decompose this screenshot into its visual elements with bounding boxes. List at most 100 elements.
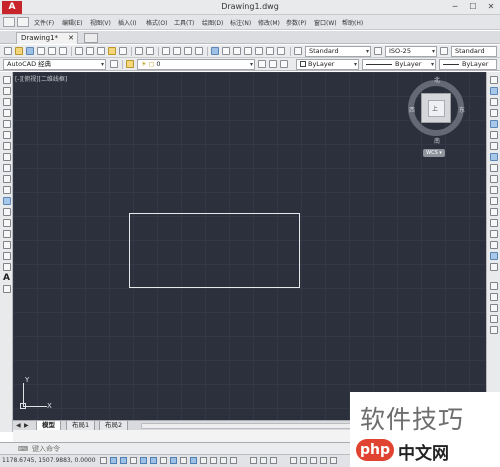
clean-screen-icon[interactable] — [330, 457, 337, 464]
drawn-rectangle[interactable] — [129, 213, 300, 288]
snap-center-icon[interactable] — [490, 326, 498, 334]
chamfer-icon[interactable] — [490, 230, 498, 238]
move-icon[interactable] — [490, 131, 498, 139]
close-tab-icon[interactable]: ✕ — [68, 33, 74, 44]
viewport-controls[interactable]: [-][俯视][二维线框] — [15, 74, 67, 83]
copy-icon[interactable] — [86, 47, 94, 55]
transparency-icon[interactable] — [210, 457, 217, 464]
table-icon[interactable] — [3, 263, 11, 271]
workspace-switching-icon[interactable] — [310, 457, 317, 464]
selection-cycling-icon[interactable] — [230, 457, 237, 464]
break-at-point-icon[interactable] — [490, 197, 498, 205]
text-style-select[interactable]: Standard ▾ — [305, 46, 371, 57]
menu-dimension[interactable]: 标注(N) — [230, 18, 251, 27]
scale-icon[interactable] — [490, 153, 498, 161]
menu-draw[interactable]: 绘图(D) — [202, 18, 223, 27]
markup-icon[interactable] — [255, 47, 263, 55]
zoom-previous-icon[interactable] — [195, 47, 203, 55]
redo-icon[interactable] — [146, 47, 154, 55]
design-center-icon[interactable] — [222, 47, 230, 55]
polyline-icon[interactable] — [3, 98, 11, 106]
infer-constraints-icon[interactable] — [100, 457, 107, 464]
ellipse-icon[interactable] — [3, 175, 11, 183]
multiline-text-icon[interactable]: A — [3, 274, 11, 283]
layer-previous-icon[interactable] — [269, 60, 277, 68]
document-tab[interactable]: Drawing1* ✕ — [16, 32, 78, 44]
arc-icon[interactable] — [3, 131, 11, 139]
menu-window[interactable]: 窗口(W) — [314, 18, 337, 27]
insert-block-icon[interactable] — [3, 197, 11, 205]
make-block-icon[interactable] — [3, 208, 11, 216]
properties-icon[interactable] — [211, 47, 219, 55]
snap-endpoint-icon[interactable] — [490, 293, 498, 301]
new-tab-button[interactable] — [84, 33, 98, 43]
gradient-icon[interactable] — [3, 241, 11, 249]
compass-east[interactable]: 东 — [459, 105, 465, 114]
region-icon[interactable] — [3, 252, 11, 260]
command-input[interactable] — [32, 444, 332, 454]
compass-north[interactable]: 北 — [434, 75, 440, 84]
mirror-icon[interactable] — [490, 98, 498, 106]
cut-icon[interactable] — [75, 47, 83, 55]
tab-next-icon[interactable]: ▶ — [24, 422, 29, 429]
rectangle-icon[interactable] — [3, 120, 11, 128]
paste-icon[interactable] — [97, 47, 105, 55]
workspace-select[interactable]: AutoCAD 经典 ▾ — [3, 59, 106, 70]
explode-icon[interactable] — [490, 263, 498, 271]
new-icon[interactable] — [3, 17, 15, 27]
annotation-visibility-icon[interactable] — [300, 457, 307, 464]
tab-prev-icon[interactable]: ◀ — [16, 422, 21, 429]
polygon-icon[interactable] — [3, 109, 11, 117]
object-snap-tracking-icon[interactable] — [170, 457, 177, 464]
model-space-icon[interactable] — [250, 457, 257, 464]
compass-south[interactable]: 南 — [434, 136, 440, 145]
minimize-button[interactable]: ─ — [448, 1, 462, 13]
zoom-window-icon[interactable] — [184, 47, 192, 55]
qnew-icon[interactable] — [4, 47, 12, 55]
lineweight-select[interactable]: ByLayer — [439, 59, 497, 70]
array-icon[interactable] — [490, 120, 498, 128]
trim-icon[interactable] — [490, 175, 498, 183]
block-editor-icon[interactable] — [119, 47, 127, 55]
erase-icon[interactable] — [490, 76, 498, 84]
fillet-icon[interactable] — [490, 241, 498, 249]
dynamic-input-icon[interactable] — [190, 457, 197, 464]
quick-view-layouts-icon[interactable] — [260, 457, 267, 464]
quick-properties-icon[interactable] — [220, 457, 227, 464]
annotation-scale-icon[interactable] — [290, 457, 297, 464]
construction-line-icon[interactable] — [3, 87, 11, 95]
toolbar-lock-icon[interactable] — [320, 457, 327, 464]
rotate-icon[interactable] — [490, 142, 498, 150]
snap-intersection-icon[interactable] — [490, 315, 498, 323]
snap-mode-icon[interactable] — [110, 457, 117, 464]
maximize-button[interactable]: ☐ — [466, 1, 480, 13]
menu-parametric[interactable]: 参数(P) — [286, 18, 306, 27]
grid-display-icon[interactable] — [120, 457, 127, 464]
zoom-realtime-icon[interactable] — [173, 47, 181, 55]
drawing-canvas[interactable]: [-][俯视][二维线框] 北 南 东 西 上 WCS ▾ Y X — [13, 72, 486, 420]
line-icon[interactable] — [3, 76, 11, 84]
quick-view-drawings-icon[interactable] — [270, 457, 277, 464]
lineweight-toggle-icon[interactable] — [200, 457, 207, 464]
point-icon[interactable] — [3, 219, 11, 227]
ellipse-arc-icon[interactable] — [3, 186, 11, 194]
color-select[interactable]: ByLayer ▾ — [296, 59, 359, 70]
copy-object-icon[interactable] — [490, 87, 498, 95]
undo-icon[interactable] — [135, 47, 143, 55]
layer-select[interactable]: ☀ ◻ 0 ▾ — [137, 59, 255, 70]
menu-help[interactable]: 帮助(H) — [342, 18, 363, 27]
menu-file[interactable]: 文件(F) — [34, 18, 54, 27]
wcs-menu-button[interactable]: WCS ▾ — [423, 149, 445, 157]
workspace-settings-icon[interactable] — [110, 60, 118, 68]
save-icon[interactable] — [26, 47, 34, 55]
dynamic-ucs-icon[interactable] — [180, 457, 187, 464]
circle-icon[interactable] — [3, 142, 11, 150]
offset-icon[interactable] — [490, 109, 498, 117]
dim-style-select[interactable]: ISO-25 ▾ — [385, 46, 437, 57]
polar-tracking-icon[interactable] — [140, 457, 147, 464]
linetype-select[interactable]: ByLayer ▾ — [362, 59, 436, 70]
extend-icon[interactable] — [490, 186, 498, 194]
match-properties-icon[interactable] — [108, 47, 116, 55]
layer-properties-icon[interactable] — [126, 60, 134, 68]
snap-midpoint-icon[interactable] — [490, 304, 498, 312]
